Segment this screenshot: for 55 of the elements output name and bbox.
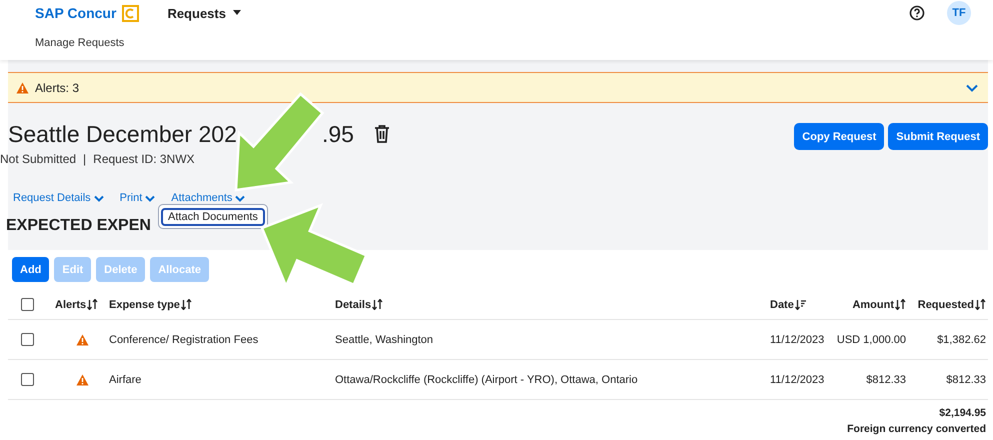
alerts-bar[interactable]: Alerts: 3 [8,72,988,103]
section-heading: EXPECTED EXPEN [6,217,151,234]
table-cell-text: Conference/ Registration Fees [109,334,260,346]
user-avatar[interactable]: TF [947,1,971,25]
table-cell-text: $812.33 [945,374,986,386]
table-cell-text: Ottawa/Rockcliffe (Rockcliffe) (Airport - YRO), Ottawa, Ontario [335,374,639,386]
total-amount: $2,194.95 [939,407,986,419]
total-note: Foreign currency converted [847,423,986,435]
sort-icon[interactable] [372,299,384,310]
column-header[interactable]: Amount [852,298,894,310]
checkbox[interactable] [21,298,34,311]
request-status: Not Submitted [0,152,76,166]
table-cell-text: Airfare [109,374,142,386]
chevron-icon [235,194,246,202]
alerts-label: Alerts: 3 [35,80,80,94]
dropdown-menu[interactable]: Print [120,192,156,204]
column-header[interactable]: Details [335,298,372,310]
table-cell-text: $812.33 [865,374,906,386]
table-cell-text: 11/12/2023 [770,334,826,346]
caret-icon [232,10,242,16]
requests-menu[interactable]: Requests [167,6,242,20]
toolbar-button[interactable]: Add [12,257,50,282]
sort-icon[interactable] [895,299,906,310]
request-title: Seattle December 202 [8,120,238,148]
dropdown-menu[interactable]: Request Details [13,192,104,204]
table-cell: USD 1,000.00 [836,334,906,346]
sort-icon[interactable] [87,299,98,310]
help-icon[interactable] [909,5,925,21]
trash-icon[interactable] [374,124,390,144]
dropdown-menu[interactable]: Attachments [171,192,246,204]
action-button[interactable]: Copy Request [794,123,884,150]
column-header[interactable]: Date [770,298,794,310]
checkbox[interactable] [21,373,34,386]
brand-logo-text[interactable]: SAP Concur [35,5,116,21]
warning-icon [16,82,29,94]
menu-item[interactable]: Attach Documents [161,208,265,226]
column-header[interactable]: Alerts [55,298,86,310]
sort-icon[interactable] [180,299,192,310]
request-total: .95 [322,120,354,148]
chevron-icon[interactable] [966,84,978,92]
table-cell-text: Seattle, Washington [335,334,434,346]
nav-link[interactable]: Manage Requests [35,37,124,49]
checkbox[interactable] [21,333,34,346]
table-cell-text: 11/12/2023 [770,374,826,386]
action-button[interactable]: Submit Request [888,123,988,150]
sort-icon[interactable] [975,299,986,310]
column-header[interactable]: Requested [918,298,974,310]
table-cell-text: $1,382.62 [936,334,986,346]
request-id: Request ID: 3NWX [93,152,195,166]
sort-icon[interactable] [794,299,806,310]
logo-icon [122,4,140,22]
separator: | [83,152,86,166]
column-header[interactable]: Expense type [109,298,180,310]
chevron-icon [145,194,156,202]
chevron-icon [94,194,104,202]
